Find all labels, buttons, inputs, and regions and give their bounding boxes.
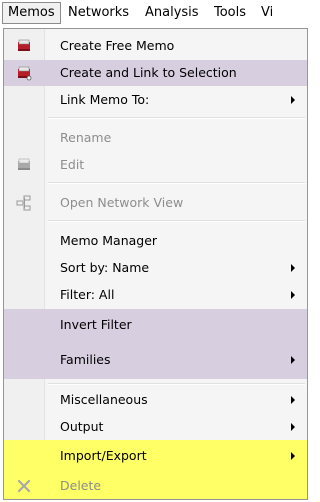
menu-item-families[interactable]: Families xyxy=(4,341,307,379)
edit-memo-icon xyxy=(16,157,32,173)
menu-item-rename[interactable]: Rename xyxy=(4,125,307,151)
menu-separator xyxy=(48,182,305,184)
memos-dropdown-menu: Create Free Memo Create and Link to Sele… xyxy=(3,28,308,500)
menu-item-open-network-view[interactable]: Open Network View xyxy=(4,190,307,216)
delete-icon xyxy=(16,478,32,494)
submenu-arrow-icon xyxy=(291,96,295,104)
menu-item-label: Invert Filter xyxy=(60,317,132,332)
menu-item-import-export[interactable]: Import/Export xyxy=(4,440,307,472)
menu-item-output[interactable]: Output xyxy=(4,414,307,440)
menu-view[interactable]: Vi xyxy=(256,3,278,23)
menu-item-label: Output xyxy=(60,419,104,434)
menu-item-label: Link Memo To: xyxy=(60,92,150,107)
menu-item-label: Filter: All xyxy=(60,287,115,302)
menu-bar: Memos Networks Analysis Tools Vi xyxy=(0,0,311,28)
menu-item-invert-filter[interactable]: Invert Filter xyxy=(4,309,307,341)
menu-analysis[interactable]: Analysis xyxy=(140,3,204,23)
menu-separator xyxy=(48,383,305,385)
submenu-arrow-icon xyxy=(291,423,295,431)
menu-item-create-free-memo[interactable]: Create Free Memo xyxy=(4,33,307,59)
menu-item-label: Edit xyxy=(60,157,85,172)
menu-networks[interactable]: Networks xyxy=(63,3,134,23)
menu-item-label: Delete xyxy=(60,478,102,493)
menu-item-label: Memo Manager xyxy=(60,233,158,248)
menu-item-sort-by[interactable]: Sort by: Name xyxy=(4,255,307,281)
submenu-arrow-icon xyxy=(291,452,295,460)
menu-item-label: Sort by: Name xyxy=(60,260,150,275)
menu-item-label: Miscellaneous xyxy=(60,392,148,407)
submenu-arrow-icon xyxy=(291,291,295,299)
submenu-arrow-icon xyxy=(291,396,295,404)
menu-item-link-memo-to[interactable]: Link Memo To: xyxy=(4,87,307,113)
menu-separator xyxy=(48,220,305,222)
menu-separator xyxy=(48,117,305,119)
menu-item-delete[interactable]: Delete xyxy=(4,472,307,499)
menu-tools[interactable]: Tools xyxy=(209,3,251,23)
menu-item-label: Create and Link to Selection xyxy=(60,65,237,80)
menu-item-edit[interactable]: Edit xyxy=(4,152,307,178)
network-icon xyxy=(16,195,32,211)
menu-item-create-and-link[interactable]: Create and Link to Selection xyxy=(4,60,307,86)
menu-item-label: Create Free Memo xyxy=(60,38,175,53)
submenu-arrow-icon xyxy=(291,356,295,364)
menu-item-label: Rename xyxy=(60,130,112,145)
menu-item-label: Open Network View xyxy=(60,195,184,210)
menu-item-miscellaneous[interactable]: Miscellaneous xyxy=(4,387,307,413)
menu-memos[interactable]: Memos xyxy=(2,2,61,24)
menu-item-label: Import/Export xyxy=(60,448,147,463)
memo-icon xyxy=(16,38,32,54)
menu-item-filter[interactable]: Filter: All xyxy=(4,282,307,308)
submenu-arrow-icon xyxy=(291,264,295,272)
menu-item-memo-manager[interactable]: Memo Manager xyxy=(4,228,307,254)
menu-item-label: Families xyxy=(60,352,111,367)
memo-link-icon xyxy=(16,65,32,81)
